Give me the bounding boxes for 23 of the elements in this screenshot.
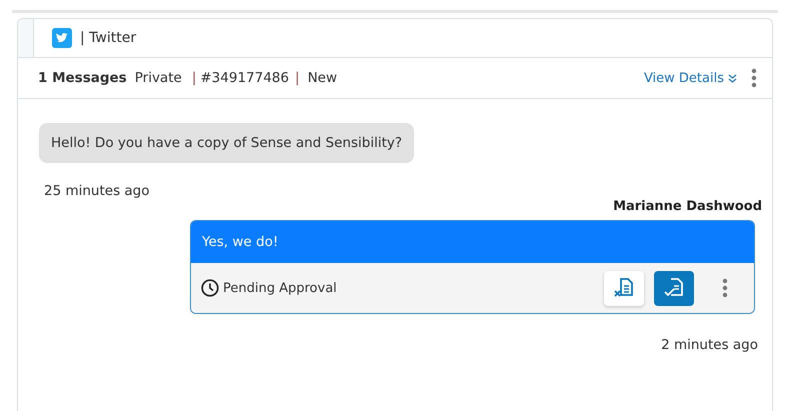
ticket-number: #349177486 [200, 70, 289, 86]
author-name: Marianne Dashwood [612, 199, 762, 214]
separator: | [295, 70, 300, 86]
more-icon[interactable] [722, 278, 728, 298]
approve-button[interactable] [654, 270, 694, 306]
message-bubble: Hello! Do you have a copy of Sense and Sensibility? [39, 123, 414, 163]
view-details-link[interactable]: View Details [644, 70, 737, 86]
approval-status: Pending Approval [223, 280, 337, 296]
channel-tab[interactable]: | Twitter [33, 19, 772, 57]
reject-button[interactable] [604, 270, 644, 306]
message-text: Yes, we do! [191, 221, 754, 263]
document-cross-icon [613, 277, 635, 299]
bird-icon [52, 28, 72, 48]
document-check-icon [663, 277, 685, 299]
timestamp: 2 minutes ago [660, 337, 758, 353]
privacy-label: Private [134, 70, 182, 86]
timestamp: 25 minutes ago [44, 183, 151, 199]
separator: | [192, 70, 196, 86]
message-count: 1 Messages [38, 70, 127, 86]
more-icon[interactable] [751, 68, 757, 88]
ticket-status: New [308, 70, 338, 86]
double-chevron-icon [728, 74, 737, 82]
clock-icon [201, 279, 219, 297]
